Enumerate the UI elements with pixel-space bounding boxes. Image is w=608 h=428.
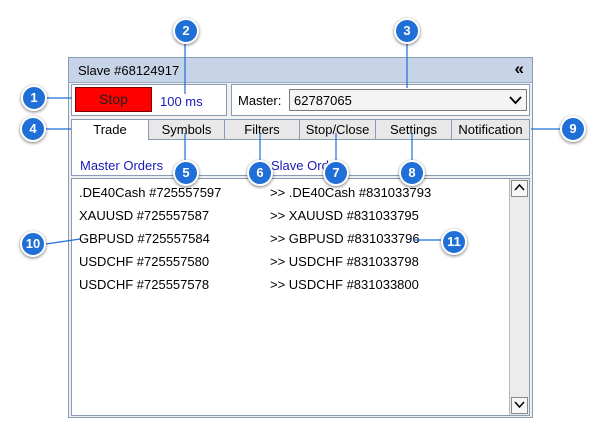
callout-badge: 10 xyxy=(20,231,46,257)
callout-badge: 8 xyxy=(399,160,425,186)
callout-badge: 9 xyxy=(560,116,586,142)
callout-connectors xyxy=(45,44,560,245)
callout-badge: 6 xyxy=(247,160,273,186)
callout-badge: 2 xyxy=(173,18,199,44)
callout-badge: 7 xyxy=(323,160,349,186)
callout-badge: 4 xyxy=(20,116,46,142)
callout-badge: 3 xyxy=(394,18,420,44)
callout-badge: 11 xyxy=(441,229,467,255)
callout-badge: 1 xyxy=(21,85,47,111)
callout-badge: 5 xyxy=(173,160,199,186)
